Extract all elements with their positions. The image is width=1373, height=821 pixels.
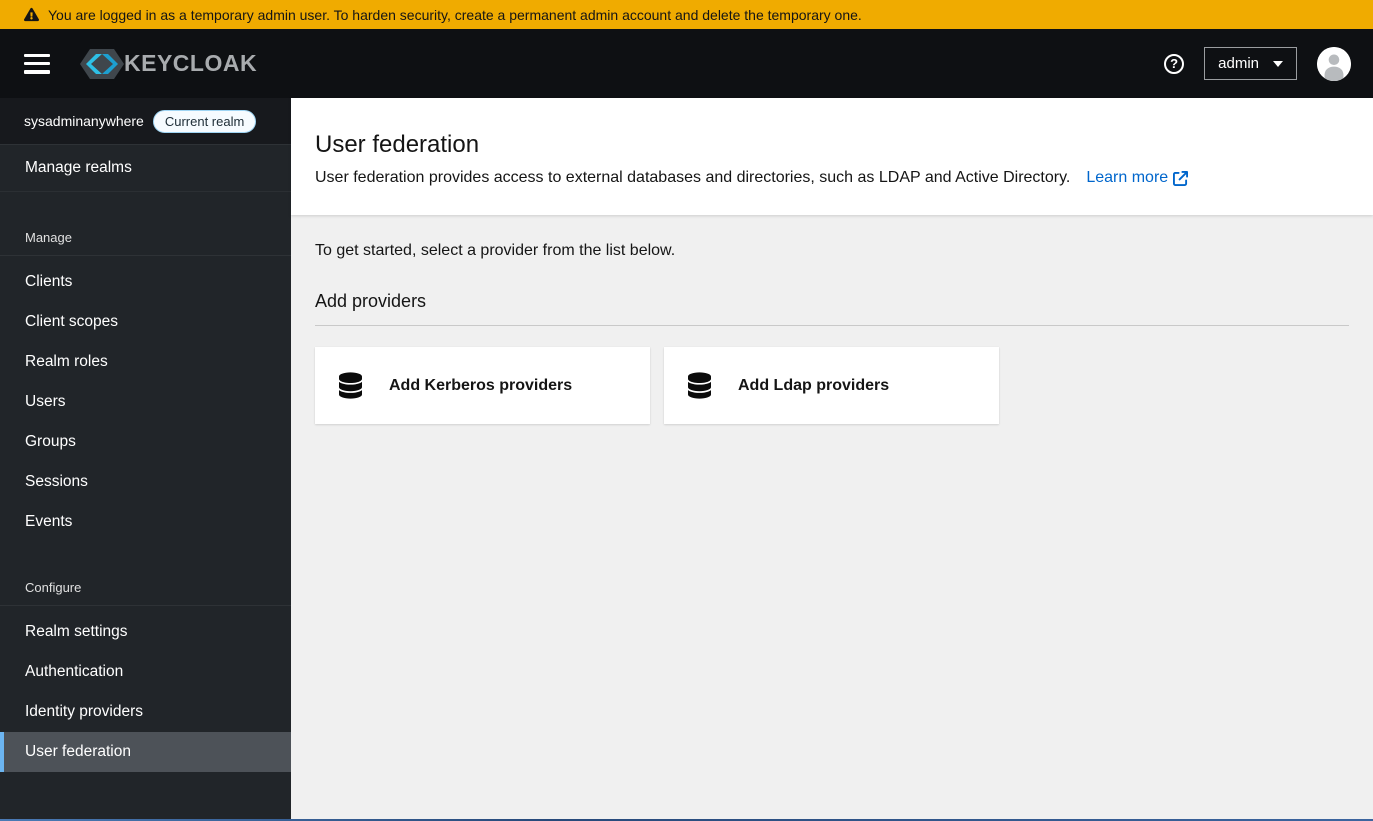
sidebar-item-manage-realms[interactable]: Manage realms <box>0 145 291 191</box>
sidebar-item-label: Client scopes <box>25 313 119 330</box>
learn-more-label: Learn more <box>1086 169 1169 186</box>
sidebar-nav: sysadminanywhere Current realm Manage re… <box>0 98 291 821</box>
sidebar-item-client-scopes[interactable]: Client scopes <box>0 302 291 342</box>
sidebar-item-clients[interactable]: Clients <box>0 262 291 302</box>
add-kerberos-providers-card[interactable]: Add Kerberos providers <box>315 347 650 424</box>
warning-triangle-icon <box>24 7 39 22</box>
sidebar-item-label: Realm settings <box>25 623 128 640</box>
sidebar-item-sessions[interactable]: Sessions <box>0 462 291 502</box>
brand-text: KEYCLOAK <box>124 50 258 76</box>
sidebar-item-events[interactable]: Events <box>0 502 291 542</box>
sidebar-item-groups[interactable]: Groups <box>0 422 291 462</box>
sidebar-section-configure: Configure <box>25 580 82 595</box>
page-header: User federation User federation provides… <box>291 98 1373 215</box>
keycloak-logo-icon <box>80 48 124 79</box>
sidebar-item-label: Users <box>25 393 66 410</box>
card-label: Add Kerberos providers <box>389 376 573 394</box>
sidebar-item-label: Clients <box>25 273 73 290</box>
avatar[interactable] <box>1317 46 1351 81</box>
user-menu-dropdown[interactable]: admin <box>1204 47 1297 80</box>
sidebar-item-user-federation[interactable]: User federation <box>0 732 291 772</box>
page-description: User federation provides access to exter… <box>315 169 1071 186</box>
sidebar-item-label: Sessions <box>25 473 88 490</box>
current-realm-badge: Current realm <box>152 109 257 133</box>
learn-more-link[interactable]: Learn more <box>1086 169 1189 187</box>
sidebar-item-label: User federation <box>25 743 131 760</box>
sidebar-item-label: Manage realms <box>25 159 132 176</box>
add-ldap-providers-card[interactable]: Add Ldap providers <box>664 347 999 424</box>
provider-cards-row: Add Kerberos providers Add Ldap provider… <box>315 347 1349 424</box>
help-icon[interactable]: ? <box>1164 53 1185 74</box>
sidebar-section-manage: Manage <box>25 230 72 245</box>
add-providers-heading: Add providers <box>315 291 1349 326</box>
hamburger-menu-icon[interactable] <box>24 53 50 74</box>
page-title: User federation <box>315 131 480 158</box>
chevron-down-icon <box>1273 60 1283 67</box>
database-icon <box>688 372 711 399</box>
sidebar-item-identity-providers[interactable]: Identity providers <box>0 692 291 732</box>
card-label: Add Ldap providers <box>738 376 890 394</box>
intro-text: To get started, select a provider from t… <box>315 242 676 259</box>
sidebar-item-label: Authentication <box>25 663 124 680</box>
username-label: admin <box>1218 55 1259 72</box>
page-body: To get started, select a provider from t… <box>291 215 1373 451</box>
current-realm-name: sysadminanywhere <box>24 113 144 129</box>
sidebar-item-label: Realm roles <box>25 353 108 370</box>
sidebar-item-label: Events <box>25 513 73 530</box>
sidebar-item-realm-settings[interactable]: Realm settings <box>0 612 291 652</box>
sidebar-item-label: Groups <box>25 433 76 450</box>
main-content: User federation User federation provides… <box>291 98 1373 821</box>
sidebar-item-authentication[interactable]: Authentication <box>0 652 291 692</box>
external-link-icon <box>1173 170 1189 186</box>
temporary-admin-warning-banner: You are logged in as a temporary admin u… <box>0 0 1373 29</box>
masthead: KEYCLOAK ? admin <box>0 29 1373 98</box>
sidebar-item-realm-roles[interactable]: Realm roles <box>0 342 291 382</box>
realm-switcher[interactable]: sysadminanywhere Current realm <box>0 98 291 145</box>
database-icon <box>339 372 362 399</box>
banner-message: You are logged in as a temporary admin u… <box>48 6 862 23</box>
sidebar-item-label: Identity providers <box>25 703 144 720</box>
keycloak-logo[interactable]: KEYCLOAK <box>76 42 257 86</box>
sidebar-item-users[interactable]: Users <box>0 382 291 422</box>
